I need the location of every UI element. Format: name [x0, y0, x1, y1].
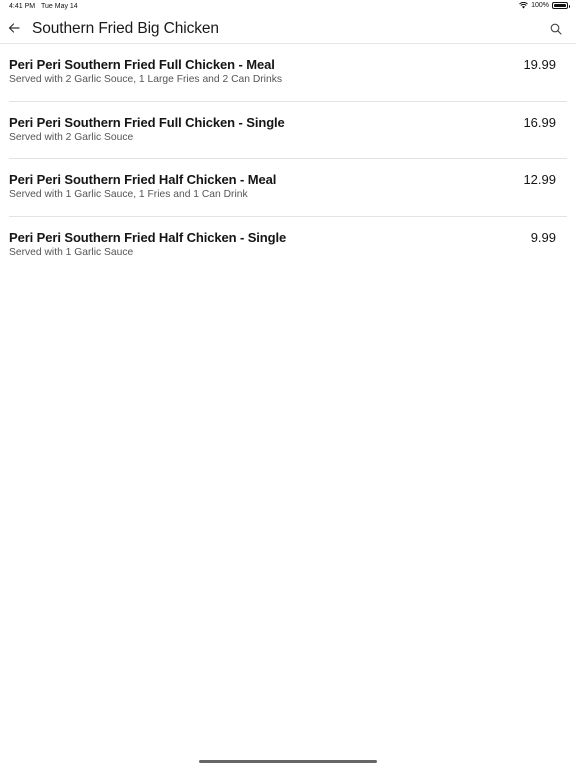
- menu-item[interactable]: Peri Peri Southern Fried Half Chicken - …: [9, 159, 567, 217]
- menu-list: Peri Peri Southern Fried Full Chicken - …: [0, 44, 576, 274]
- item-name: Peri Peri Southern Fried Half Chicken - …: [9, 172, 277, 187]
- menu-item[interactable]: Peri Peri Southern Fried Full Chicken - …: [9, 44, 567, 102]
- battery-percent: 100%: [531, 2, 549, 9]
- status-bar: 4:41 PM Tue May 14 100%: [0, 0, 576, 14]
- item-description: Served with 1 Garlic Sauce, 1 Fries and …: [9, 189, 248, 200]
- battery-icon: [552, 2, 570, 9]
- item-description: Served with 1 Garlic Sauce: [9, 246, 134, 258]
- header: Southern Fried Big Chicken: [0, 14, 576, 44]
- status-time: 4:41 PM: [9, 3, 36, 10]
- search-button[interactable]: [550, 22, 562, 35]
- status-indicators: 100%: [519, 2, 570, 9]
- status-date: Tue May 14: [41, 3, 78, 10]
- menu-item[interactable]: Peri Peri Southern Fried Full Chicken - …: [9, 102, 567, 159]
- item-price: 19.99: [523, 57, 556, 72]
- home-indicator[interactable]: [199, 760, 377, 763]
- menu-item[interactable]: Peri Peri Southern Fried Half Chicken - …: [9, 217, 567, 275]
- item-name: Peri Peri Southern Fried Full Chicken - …: [9, 114, 285, 130]
- arrow-left-icon: [8, 23, 20, 33]
- item-description: Served with 2 Garlic Souce: [9, 131, 134, 143]
- page-title: Southern Fried Big Chicken: [32, 20, 219, 37]
- battery-fill: [554, 4, 566, 7]
- item-price: 12.99: [523, 172, 556, 187]
- back-button[interactable]: [7, 21, 21, 35]
- wifi-icon: [519, 2, 528, 9]
- search-icon: [550, 23, 562, 35]
- item-name: Peri Peri Southern Fried Full Chicken - …: [9, 57, 275, 72]
- item-price: 16.99: [523, 114, 556, 130]
- item-name: Peri Peri Southern Fried Half Chicken - …: [9, 229, 287, 245]
- item-description: Served with 2 Garlic Souce, 1 Large Frie…: [9, 74, 282, 85]
- item-price: 9.99: [530, 229, 556, 245]
